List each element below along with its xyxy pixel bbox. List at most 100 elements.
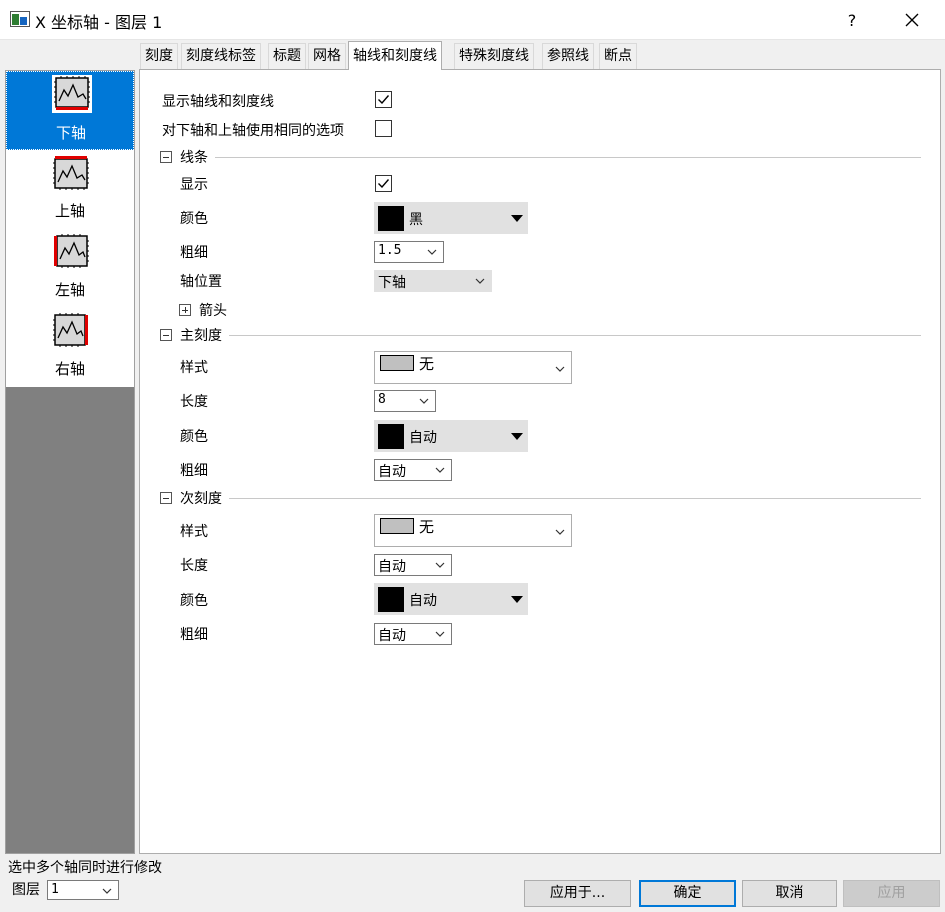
chevron-down-icon <box>435 562 445 568</box>
major-length-select[interactable]: 8 <box>374 390 436 412</box>
minor-color-label: 颜色 <box>180 593 208 609</box>
axis-label-bottom: 下轴 <box>55 124 86 142</box>
major-length-label: 长度 <box>180 394 208 410</box>
arrow-group-title: 箭头 <box>199 303 227 319</box>
chevron-down-icon <box>419 398 429 404</box>
minor-length-select[interactable]: 自动 <box>374 554 452 576</box>
collapse-icon <box>160 151 172 163</box>
color-swatch <box>378 424 404 449</box>
dropdown-arrow-icon <box>511 215 523 222</box>
color-swatch <box>378 587 404 612</box>
apply-to-button[interactable]: 应用于... <box>524 880 631 907</box>
line-width-value: 1.5 <box>378 243 402 258</box>
line-show-label: 显示 <box>180 177 208 193</box>
dropdown-arrow-icon <box>511 596 523 603</box>
tick-style-swatch <box>380 355 414 371</box>
group-divider <box>229 498 921 499</box>
minor-style-value: 无 <box>419 518 435 536</box>
tab-grid[interactable]: 网格 <box>308 43 346 69</box>
same-options-label: 对下轴和上轴使用相同的选项 <box>162 123 344 139</box>
major-color-value: 自动 <box>409 430 437 446</box>
settings-panel: 显示轴线和刻度线 对下轴和上轴使用相同的选项 线条 显示 颜色 黑 粗细 1.5… <box>139 69 941 854</box>
minor-width-label: 粗细 <box>180 627 208 643</box>
line-width-label: 粗细 <box>180 245 208 261</box>
check-icon <box>378 95 390 105</box>
major-width-label: 粗细 <box>180 463 208 479</box>
axis-item-right[interactable]: 右轴 <box>6 308 134 387</box>
close-icon <box>905 13 919 27</box>
major-length-value: 8 <box>378 392 386 407</box>
chevron-down-icon <box>435 631 445 637</box>
dropdown-arrow-icon <box>511 433 523 440</box>
major-width-select[interactable]: 自动 <box>374 459 452 481</box>
line-group-title: 线条 <box>180 150 208 166</box>
major-color-combo[interactable]: 自动 <box>374 420 528 452</box>
chevron-down-icon <box>475 278 485 284</box>
tick-style-swatch <box>380 518 414 534</box>
axis-position-label: 轴位置 <box>180 274 222 290</box>
axis-item-bottom[interactable]: 下轴 <box>6 71 134 150</box>
layer-value: 1 <box>51 882 59 897</box>
ok-button[interactable]: 确定 <box>639 880 736 907</box>
bottom-axis-icon <box>52 75 92 113</box>
major-style-combo[interactable]: 无 <box>374 351 572 384</box>
tab-special-ticks[interactable]: 特殊刻度线 <box>454 43 534 69</box>
line-show-checkbox[interactable] <box>375 175 392 192</box>
line-color-value: 黑 <box>409 212 423 228</box>
axis-item-left[interactable]: 左轴 <box>6 229 134 308</box>
axis-label-top: 上轴 <box>54 202 85 220</box>
close-button[interactable] <box>886 0 938 40</box>
minor-style-label: 样式 <box>180 524 208 540</box>
tab-tick-labels[interactable]: 刻度线标签 <box>181 43 261 69</box>
title-bar: X 坐标轴 - 图层 1 ? <box>0 0 945 40</box>
chevron-down-icon <box>435 467 445 473</box>
axis-label-right: 右轴 <box>54 360 85 378</box>
minor-length-label: 长度 <box>180 558 208 574</box>
show-axis-ticks-label: 显示轴线和刻度线 <box>162 94 274 110</box>
minor-length-value: 自动 <box>378 559 406 575</box>
color-swatch <box>378 206 404 231</box>
major-color-label: 颜色 <box>180 429 208 445</box>
axis-position-value: 下轴 <box>378 275 406 291</box>
axis-item-top[interactable]: 上轴 <box>6 150 134 229</box>
status-hint: 选中多个轴同时进行修改 <box>8 860 162 876</box>
major-width-value: 自动 <box>378 464 406 480</box>
expand-icon <box>179 304 191 316</box>
cancel-button[interactable]: 取消 <box>742 880 837 907</box>
axis-label-left: 左轴 <box>54 281 85 299</box>
chevron-down-icon <box>427 249 437 255</box>
layer-select[interactable]: 1 <box>47 880 119 900</box>
window-title: X 坐标轴 - 图层 1 <box>35 13 163 32</box>
minor-color-combo[interactable]: 自动 <box>374 583 528 615</box>
right-axis-icon <box>53 313 88 347</box>
group-divider <box>229 335 921 336</box>
minor-style-combo[interactable]: 无 <box>374 514 572 547</box>
tab-axis-lines-ticks[interactable]: 轴线和刻度线 <box>348 41 442 70</box>
app-icon <box>10 11 30 27</box>
show-axis-ticks-checkbox[interactable] <box>375 91 392 108</box>
minor-width-value: 自动 <box>378 628 406 644</box>
tab-reference-lines[interactable]: 参照线 <box>542 43 594 69</box>
minor-ticks-group-title: 次刻度 <box>180 491 222 507</box>
help-button[interactable]: ? <box>826 0 878 40</box>
minor-color-value: 自动 <box>409 593 437 609</box>
same-options-checkbox[interactable] <box>375 120 392 137</box>
apply-button[interactable]: 应用 <box>843 880 940 907</box>
left-axis-icon <box>54 234 89 268</box>
check-icon <box>378 179 390 189</box>
axis-list: 下轴 上轴 左轴 右轴 <box>5 70 135 854</box>
major-ticks-group-title: 主刻度 <box>180 328 222 344</box>
tab-title[interactable]: 标题 <box>268 43 306 69</box>
minor-width-select[interactable]: 自动 <box>374 623 452 645</box>
axis-position-select[interactable]: 下轴 <box>374 270 492 292</box>
layer-label: 图层 <box>12 882 40 898</box>
line-width-select[interactable]: 1.5 <box>374 241 444 263</box>
major-style-label: 样式 <box>180 360 208 376</box>
group-divider <box>215 157 921 158</box>
chevron-down-icon <box>555 366 565 372</box>
chevron-down-icon <box>102 888 112 894</box>
line-color-combo[interactable]: 黑 <box>374 202 528 234</box>
tab-breaks[interactable]: 断点 <box>599 43 637 69</box>
tab-scale[interactable]: 刻度 <box>140 43 178 69</box>
collapse-icon <box>160 329 172 341</box>
